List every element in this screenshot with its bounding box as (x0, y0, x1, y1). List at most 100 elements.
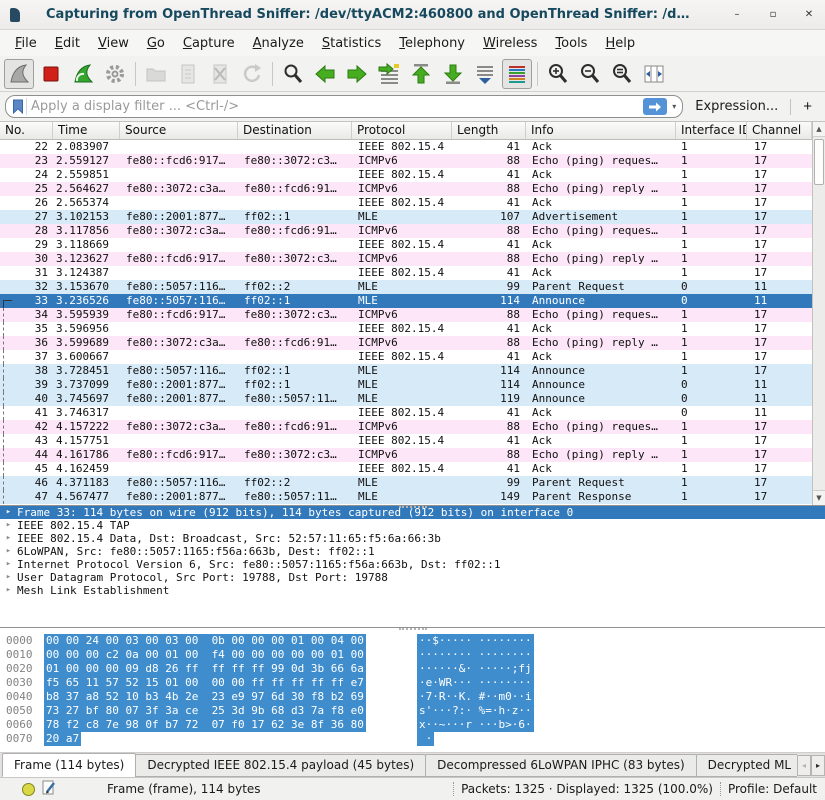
menu-item[interactable]: Help (596, 33, 644, 54)
auto-scroll-icon[interactable] (470, 59, 500, 89)
menu-item[interactable]: Capture (174, 33, 244, 54)
pane-splitter[interactable] (399, 506, 427, 508)
close-icon[interactable]: ✕ (803, 9, 815, 20)
column-time[interactable]: Time (53, 122, 120, 139)
column-source[interactable]: Source (120, 122, 238, 139)
go-to-top-icon[interactable] (406, 59, 436, 89)
go-forward-arrow-icon[interactable] (342, 59, 372, 89)
minimize-icon[interactable]: – (731, 9, 743, 20)
apply-filter-icon[interactable] (643, 98, 667, 115)
packet-list-header[interactable]: No. Time Source Destination Protocol Len… (0, 122, 812, 140)
menu-item[interactable]: Wireless (474, 33, 546, 54)
detail-line[interactable]: ▸ Mesh Link Establishment (0, 584, 825, 597)
filter-bookmark-icon[interactable] (9, 98, 27, 115)
expression-button[interactable]: Expression... (689, 99, 784, 114)
packet-row[interactable]: 37 3.600667 IEEE 802.15.4 41 Ack 1 17 (0, 350, 812, 364)
byte-view-tab[interactable]: Decompressed 6LoWPAN IPHC (83 bytes) (425, 754, 697, 777)
zoom-reset-icon[interactable] (607, 59, 637, 89)
packet-row[interactable]: 31 3.124387 IEEE 802.15.4 41 Ack 1 17 (0, 266, 812, 280)
colorize-packets-icon[interactable] (502, 59, 532, 89)
expert-info-icon[interactable] (22, 783, 35, 796)
detail-line[interactable]: ▸ IEEE 802.15.4 TAP (0, 519, 825, 532)
tab-scroll-left-icon[interactable]: ◂ (797, 755, 811, 776)
byte-view-tab[interactable]: Decrypted IEEE 802.15.4 payload (45 byte… (135, 754, 426, 777)
pane-splitter[interactable] (399, 628, 427, 630)
byte-view-tab[interactable]: Frame (114 bytes) (2, 753, 136, 777)
expand-arrow-icon[interactable]: ▸ (0, 584, 17, 597)
hex-line[interactable]: 0020 01 00 00 00 09 d8 26 ff ff ff ff 99… (0, 662, 825, 676)
go-back-arrow-icon[interactable] (310, 59, 340, 89)
packet-row[interactable]: 45 4.162459 IEEE 802.15.4 41 Ack 1 17 (0, 462, 812, 476)
hex-line[interactable]: 0030 f5 65 11 57 52 15 01 00 00 00 ff ff… (0, 676, 825, 690)
packet-row[interactable]: 32 3.153670 fe80::5057:116… ff02::2 MLE … (0, 280, 812, 294)
packet-row[interactable]: 29 3.118669 IEEE 802.15.4 41 Ack 1 17 (0, 238, 812, 252)
hex-line[interactable]: 0010 00 00 00 c2 0a 00 01 00 f4 00 00 00… (0, 648, 825, 662)
menu-item[interactable]: File (6, 33, 46, 54)
packet-row[interactable]: 47 4.567477 fe80::2001:877… fe80::5057:1… (0, 490, 812, 504)
menu-item[interactable]: Edit (46, 33, 89, 54)
reload-file-icon[interactable] (237, 59, 267, 89)
packet-row[interactable]: 41 3.746317 IEEE 802.15.4 41 Ack 0 11 (0, 406, 812, 420)
column-destination[interactable]: Destination (238, 122, 352, 139)
column-interface-id[interactable]: Interface ID (676, 122, 747, 139)
menu-item[interactable]: Telephony (390, 33, 474, 54)
column-protocol[interactable]: Protocol (352, 122, 452, 139)
column-length[interactable]: Length (452, 122, 526, 139)
packet-row[interactable]: 24 2.559851 IEEE 802.15.4 41 Ack 1 17 (0, 168, 812, 182)
save-file-icon[interactable] (173, 59, 203, 89)
profile-status[interactable]: Profile: Default (728, 782, 817, 796)
packet-list-scrollbar[interactable]: ▲ ▼ (812, 122, 825, 505)
display-filter-field[interactable]: ▾ (5, 95, 683, 118)
menu-item[interactable]: Analyze (244, 33, 313, 54)
packet-row[interactable]: 36 3.599689 fe80::3072:c3a… fe80::fcd6:9… (0, 336, 812, 350)
tab-scroll-right-icon[interactable]: ▸ (811, 755, 825, 776)
detail-line[interactable]: ▸ User Datagram Protocol, Src Port: 1978… (0, 571, 825, 584)
packet-row[interactable]: 44 4.161786 fe80::fcd6:917… fe80::3072:c… (0, 448, 812, 462)
expand-arrow-icon[interactable]: ▸ (0, 558, 17, 571)
stop-capture-icon[interactable] (36, 59, 66, 89)
packet-row[interactable]: 25 2.564627 fe80::3072:c3a… fe80::fcd6:9… (0, 182, 812, 196)
column-no[interactable]: No. (0, 122, 53, 139)
hex-line[interactable]: 0050 73 27 bf 80 07 3f 3a ce 25 3d 9b 68… (0, 704, 825, 718)
find-packet-magnifier-icon[interactable] (278, 59, 308, 89)
packet-row[interactable]: 40 3.745697 fe80::2001:877… fe80::5057:1… (0, 392, 812, 406)
byte-view-tab[interactable]: Decrypted ML (696, 754, 797, 777)
packet-row[interactable]: 28 3.117856 fe80::3072:c3a… fe80::fcd6:9… (0, 224, 812, 238)
expand-arrow-icon[interactable]: ▸ (0, 545, 17, 558)
packet-row[interactable]: 33 3.236526 fe80::5057:116… ff02::1 MLE … (0, 294, 812, 308)
detail-line[interactable]: ▸ IEEE 802.15.4 Data, Dst: Broadcast, Sr… (0, 532, 825, 545)
hex-line[interactable]: 0000 00 00 24 00 03 00 03 00 0b 00 00 00… (0, 634, 825, 648)
zoom-out-icon[interactable] (575, 59, 605, 89)
display-filter-input[interactable] (31, 99, 643, 114)
menu-item[interactable]: Tools (546, 33, 596, 54)
packet-row[interactable]: 39 3.737099 fe80::2001:877… ff02::1 MLE … (0, 378, 812, 392)
restart-capture-icon[interactable] (68, 59, 98, 89)
maximize-icon[interactable]: ▫ (767, 9, 779, 20)
capture-comment-icon[interactable] (42, 780, 56, 798)
packet-row[interactable]: 35 3.596956 IEEE 802.15.4 41 Ack 1 17 (0, 322, 812, 336)
filter-history-caret-icon[interactable]: ▾ (670, 102, 678, 111)
close-file-icon[interactable] (205, 59, 235, 89)
go-to-bottom-icon[interactable] (438, 59, 468, 89)
add-filter-button[interactable]: + (797, 98, 820, 115)
packet-row[interactable]: 42 4.157222 fe80::3072:c3a… fe80::fcd6:9… (0, 420, 812, 434)
packet-row[interactable]: 23 2.559127 fe80::fcd6:917… fe80::3072:c… (0, 154, 812, 168)
packet-row[interactable]: 22 2.083907 IEEE 802.15.4 41 Ack 1 17 (0, 140, 812, 154)
shark-fin-capture-icon[interactable] (4, 59, 34, 89)
packet-row[interactable]: 34 3.595939 fe80::fcd6:917… fe80::3072:c… (0, 308, 812, 322)
zoom-in-icon[interactable] (543, 59, 573, 89)
expand-arrow-icon[interactable]: ▸ (0, 571, 17, 584)
menu-item[interactable]: Go (138, 33, 174, 54)
detail-line[interactable]: ▸ Internet Protocol Version 6, Src: fe80… (0, 558, 825, 571)
hex-line[interactable]: 0070 20 a7 · (0, 732, 825, 746)
expand-arrow-icon[interactable]: ▸ (0, 532, 17, 545)
packet-row[interactable]: 30 3.123627 fe80::fcd6:917… fe80::3072:c… (0, 252, 812, 266)
capture-options-gear-icon[interactable] (100, 59, 130, 89)
menu-item[interactable]: View (89, 33, 138, 54)
go-to-packet-icon[interactable] (374, 59, 404, 89)
hex-line[interactable]: 0060 78 f2 c8 7e 98 0f b7 72 07 f0 17 62… (0, 718, 825, 732)
packet-row[interactable]: 26 2.565374 IEEE 802.15.4 41 Ack 1 17 (0, 196, 812, 210)
scroll-up-icon[interactable]: ▲ (813, 122, 825, 137)
column-channel[interactable]: Channel (747, 122, 812, 139)
packet-row[interactable]: 46 4.371183 fe80::5057:116… ff02::2 MLE … (0, 476, 812, 490)
